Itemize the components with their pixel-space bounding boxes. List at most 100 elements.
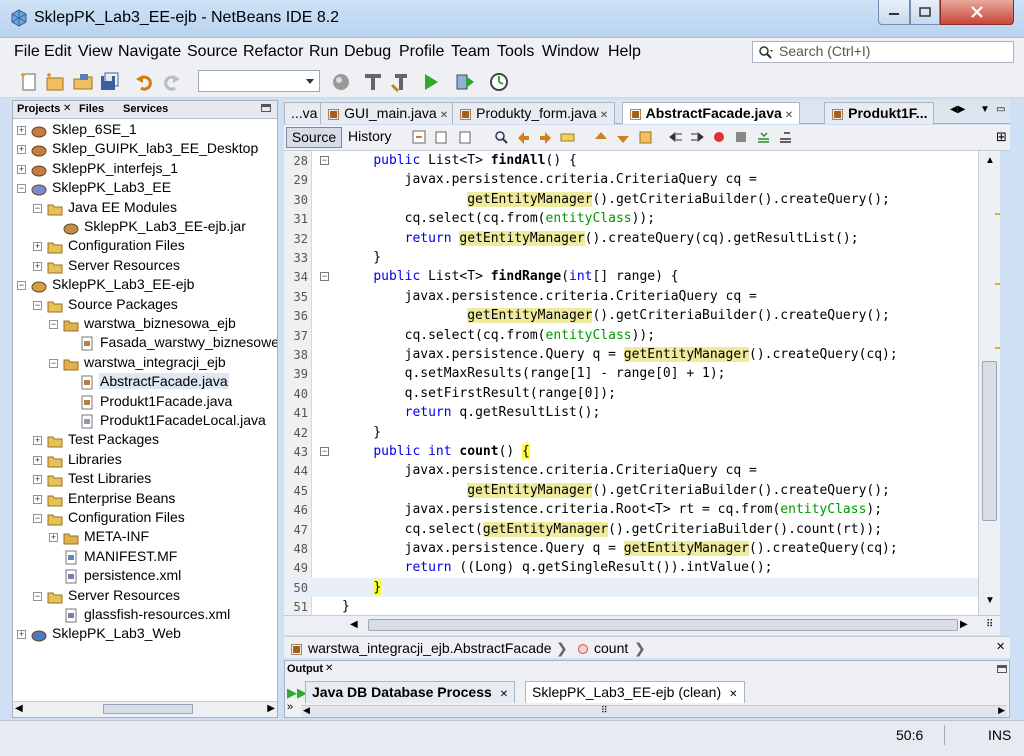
tab-gui-main[interactable]: ▣ GUI_main.java ✕ <box>320 102 456 124</box>
minimize-button[interactable] <box>878 0 910 25</box>
uncomment-icon[interactable] <box>778 130 793 145</box>
tree-item[interactable]: Produkt1FacadeLocal.java <box>13 412 277 431</box>
menu-help[interactable]: Help <box>608 43 641 61</box>
minimize-panel-icon[interactable] <box>997 665 1007 673</box>
tree-item[interactable]: − SklepPK_Lab3_EE <box>13 179 277 198</box>
collapse-icon[interactable]: − <box>33 300 42 310</box>
next-bookmark-icon[interactable] <box>616 130 631 145</box>
scrollbar-thumb[interactable] <box>368 619 958 631</box>
tree-item[interactable]: MANIFEST.MF <box>13 548 277 567</box>
tab-projects[interactable]: Projects <box>17 103 60 115</box>
more-icon[interactable]: » <box>287 701 293 713</box>
close-button[interactable] <box>940 0 1014 25</box>
collapse-icon[interactable]: − <box>33 591 42 601</box>
code-line[interactable]: 41 return q.getResultList(); <box>284 403 978 422</box>
maximize-editor-icon[interactable]: ▭ <box>996 104 1005 115</box>
error-stripe-mark[interactable] <box>995 347 1000 349</box>
code-line[interactable]: 48 javax.persistence.Query q = getEntity… <box>284 539 978 558</box>
collapse-icon[interactable]: − <box>49 358 58 368</box>
close-icon[interactable]: ✕ <box>785 110 793 121</box>
code-line[interactable]: 38 javax.persistence.Query q = getEntity… <box>284 345 978 364</box>
breadcrumb-member[interactable]: count <box>594 640 628 656</box>
code-line[interactable]: 28 − public List<T> findAll() { <box>284 151 978 170</box>
history-button[interactable]: History <box>348 128 392 144</box>
collapse-icon[interactable]: − <box>17 184 26 194</box>
expand-icon[interactable]: + <box>33 475 42 485</box>
code-line[interactable]: 42 } <box>284 423 978 442</box>
code-line[interactable]: 31 cq.select(cq.from(entityClass)); <box>284 209 978 228</box>
comment-icon[interactable] <box>756 130 771 145</box>
find-icon[interactable] <box>494 130 509 145</box>
tree-item[interactable]: Produkt1Facade.java <box>13 393 277 412</box>
search-input[interactable]: Search (Ctrl+I) <box>752 41 1014 63</box>
tree-item[interactable]: − Java EE Modules <box>13 199 277 218</box>
menu-view[interactable]: View <box>78 43 112 61</box>
output-scrollbar[interactable]: ◀ ⠿ ▶ <box>301 705 1007 717</box>
collapse-icon[interactable]: − <box>33 514 42 523</box>
code-line[interactable]: 30 getEntityManager().getCriteriaBuilder… <box>284 190 978 209</box>
start-macro-icon[interactable] <box>712 130 727 145</box>
menu-profile[interactable]: Profile <box>399 43 444 61</box>
scroll-up-icon[interactable]: ▲ <box>985 155 995 166</box>
open-project-icon[interactable] <box>72 71 94 93</box>
error-stripe-mark[interactable] <box>995 283 1000 285</box>
tab-produkt1-facade[interactable]: ▣ Produkt1F... <box>824 102 935 124</box>
shift-left-icon[interactable] <box>668 130 683 145</box>
tree-item[interactable]: SklepPK_Lab3_EE-ejb.jar <box>13 218 277 237</box>
code-line[interactable]: 29 javax.persistence.criteria.CriteriaQu… <box>284 170 978 189</box>
tree-item[interactable]: − Server Resources <box>13 587 277 606</box>
find-previous-icon[interactable] <box>516 130 531 145</box>
expand-icon[interactable]: + <box>33 455 42 465</box>
tree-item[interactable]: persistence.xml <box>13 567 277 586</box>
expand-icon[interactable]: + <box>33 261 42 271</box>
tab-services[interactable]: Services <box>123 103 168 115</box>
code-line[interactable]: 33 } <box>284 248 978 267</box>
vertical-scrollbar[interactable]: ▲ ▼ <box>978 151 1000 615</box>
undo-icon[interactable] <box>134 71 156 93</box>
menu-edit[interactable]: Edit <box>44 43 72 61</box>
code-line[interactable]: 35 javax.persistence.criteria.CriteriaQu… <box>284 287 978 306</box>
tree-item[interactable]: + SklepPK_Lab3_Web <box>13 625 277 644</box>
tree-item[interactable]: + Configuration Files <box>13 237 277 256</box>
tree-item[interactable]: + SklepPK_interfejs_1 <box>13 160 277 179</box>
save-all-icon[interactable] <box>98 71 120 93</box>
expand-icon[interactable]: + <box>17 145 26 155</box>
tab-files[interactable]: Files <box>79 103 104 115</box>
expand-icon[interactable]: + <box>17 126 26 135</box>
tab-list-icon[interactable]: ▼ <box>980 104 990 115</box>
close-icon[interactable]: ✕ <box>440 110 448 121</box>
tab-scroll-left-icon[interactable]: ◀▶ <box>950 104 965 115</box>
tab-abstract-facade[interactable]: ▣ AbstractFacade.java ✕ <box>622 102 801 124</box>
tree-item[interactable]: − Configuration Files <box>13 509 277 528</box>
prev-bookmark-icon[interactable] <box>594 130 609 145</box>
new-file-icon[interactable] <box>18 71 40 93</box>
code-line[interactable]: 43 − public int count() { <box>284 442 978 461</box>
code-line[interactable]: 45 getEntityManager().getCriteriaBuilder… <box>284 481 978 500</box>
expand-icon[interactable]: + <box>17 164 26 174</box>
expand-icon[interactable]: + <box>33 436 42 446</box>
tree-item[interactable]: + META-INF <box>13 528 277 547</box>
maximize-button[interactable] <box>910 0 940 25</box>
redo-icon[interactable] <box>160 71 182 93</box>
tree-item[interactable]: + Sklep_6SE_1 <box>13 121 277 140</box>
tree-item[interactable]: + Sklep_GUIPK_lab3_EE_Desktop <box>13 140 277 159</box>
expand-icon[interactable]: + <box>33 494 42 504</box>
rerun-icon[interactable]: ▶▶ <box>287 685 307 701</box>
expand-icon[interactable]: + <box>33 242 42 252</box>
tree-item[interactable]: − warstwa_biznesowa_ejb <box>13 315 277 334</box>
code-line[interactable]: 47 cq.select(getEntityManager().getCrite… <box>284 520 978 539</box>
code-line[interactable]: 50 } <box>284 577 978 598</box>
menu-window[interactable]: Window <box>542 43 599 61</box>
collapse-icon[interactable]: − <box>49 320 58 329</box>
tab-produkty-form[interactable]: ▣ Produkty_form.java ✕ <box>452 102 616 124</box>
minimize-panel-icon[interactable] <box>261 104 271 112</box>
output-tab-java-db[interactable]: Java DB Database Process ✕ <box>305 681 516 703</box>
close-icon[interactable]: ✕ <box>500 689 508 700</box>
fold-toggle-icon[interactable]: − <box>320 156 329 165</box>
menu-run[interactable]: Run <box>309 43 338 61</box>
last-edit-icon[interactable] <box>412 130 427 145</box>
code-line[interactable]: 40 q.setFirstResult(range[0]); <box>284 384 978 403</box>
toggle-bookmark-icon[interactable] <box>638 130 653 145</box>
horizontal-scrollbar[interactable]: ◀ ▶ <box>13 701 277 717</box>
target-icon[interactable] <box>330 71 352 93</box>
